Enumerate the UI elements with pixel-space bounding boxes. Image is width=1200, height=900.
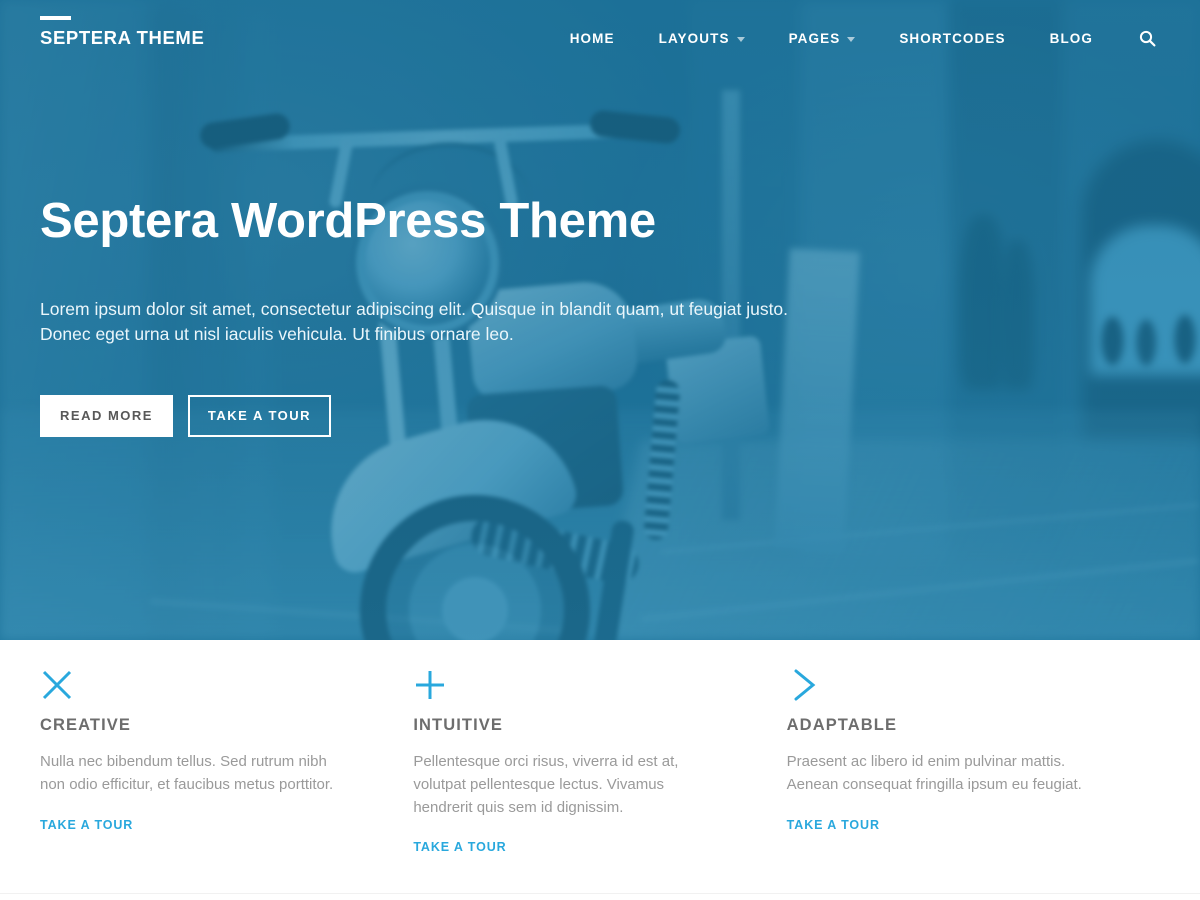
hero-subtitle: Lorem ipsum dolor sit amet, consectetur …	[40, 299, 789, 344]
close-x-icon	[42, 670, 72, 700]
nav-item-pages[interactable]: PAGES	[767, 31, 878, 46]
read-more-button[interactable]: READ MORE	[40, 394, 173, 437]
brand-name: SEPTERA THEME	[40, 27, 205, 48]
logo-dash-icon	[40, 16, 71, 20]
hero-content: Septera WordPress Theme Lorem ipsum dolo…	[40, 194, 860, 437]
feature-icon-wrap	[787, 668, 1100, 716]
feature-text: Pellentesque orci risus, viverra id est …	[413, 753, 679, 816]
site-logo[interactable]: SEPTERA THEME	[40, 16, 204, 48]
feature-card-creative: CREATIVE Nulla nec bibendum tellus. Sed …	[40, 640, 413, 895]
chevron-down-icon	[736, 37, 745, 42]
nav-item-shortcodes[interactable]: SHORTCODES	[877, 31, 1027, 46]
nav-item-blog[interactable]: BLOG	[1028, 31, 1115, 46]
site-header: SEPTERA THEME HOME LAYOUTS PAGES SHORTCO…	[0, 0, 1200, 86]
take-a-tour-button[interactable]: TAKE A TOUR	[188, 394, 331, 437]
feature-title: INTUITIVE	[413, 716, 503, 734]
feature-link-take-a-tour[interactable]: TAKE A TOUR	[40, 818, 133, 832]
feature-text: Nulla nec bibendum tellus. Sed rutrum ni…	[40, 753, 334, 793]
search-icon	[1139, 30, 1156, 47]
feature-icon-wrap	[413, 668, 726, 716]
search-button[interactable]	[1115, 30, 1174, 47]
nav-item-layouts[interactable]: LAYOUTS	[637, 31, 767, 46]
chevron-down-icon	[847, 37, 856, 42]
nav-item-label: SHORTCODES	[899, 31, 1006, 46]
nav-item-label: BLOG	[1049, 31, 1093, 46]
feature-icon-wrap	[40, 668, 353, 716]
features-section: CREATIVE Nulla nec bibendum tellus. Sed …	[0, 640, 1200, 895]
hero-title: Septera WordPress Theme	[40, 194, 656, 248]
nav-item-label: HOME	[569, 31, 615, 46]
nav-item-home[interactable]: HOME	[548, 31, 637, 46]
feature-title: ADAPTABLE	[786, 716, 898, 734]
nav-item-label: PAGES	[788, 31, 841, 46]
feature-card-intuitive: INTUITIVE Pellentesque orci risus, viver…	[413, 640, 786, 895]
chevron-right-icon	[794, 669, 816, 701]
feature-card-adaptable: ADAPTABLE Praesent ac libero id enim pul…	[787, 640, 1160, 895]
plus-icon	[416, 671, 445, 699]
feature-text: Praesent ac libero id enim pulvinar matt…	[786, 753, 1082, 793]
feature-link-take-a-tour[interactable]: TAKE A TOUR	[787, 818, 880, 832]
feature-title: CREATIVE	[40, 716, 132, 734]
nav-item-label: LAYOUTS	[658, 31, 730, 46]
hero-buttons: READ MORE TAKE A TOUR	[40, 394, 860, 437]
feature-link-take-a-tour[interactable]: TAKE A TOUR	[413, 840, 506, 854]
hero-section: SEPTERA THEME HOME LAYOUTS PAGES SHORTCO…	[0, 0, 1200, 640]
main-navigation: HOME LAYOUTS PAGES SHORTCODES BLOG	[548, 30, 1174, 47]
section-divider	[0, 893, 1200, 894]
